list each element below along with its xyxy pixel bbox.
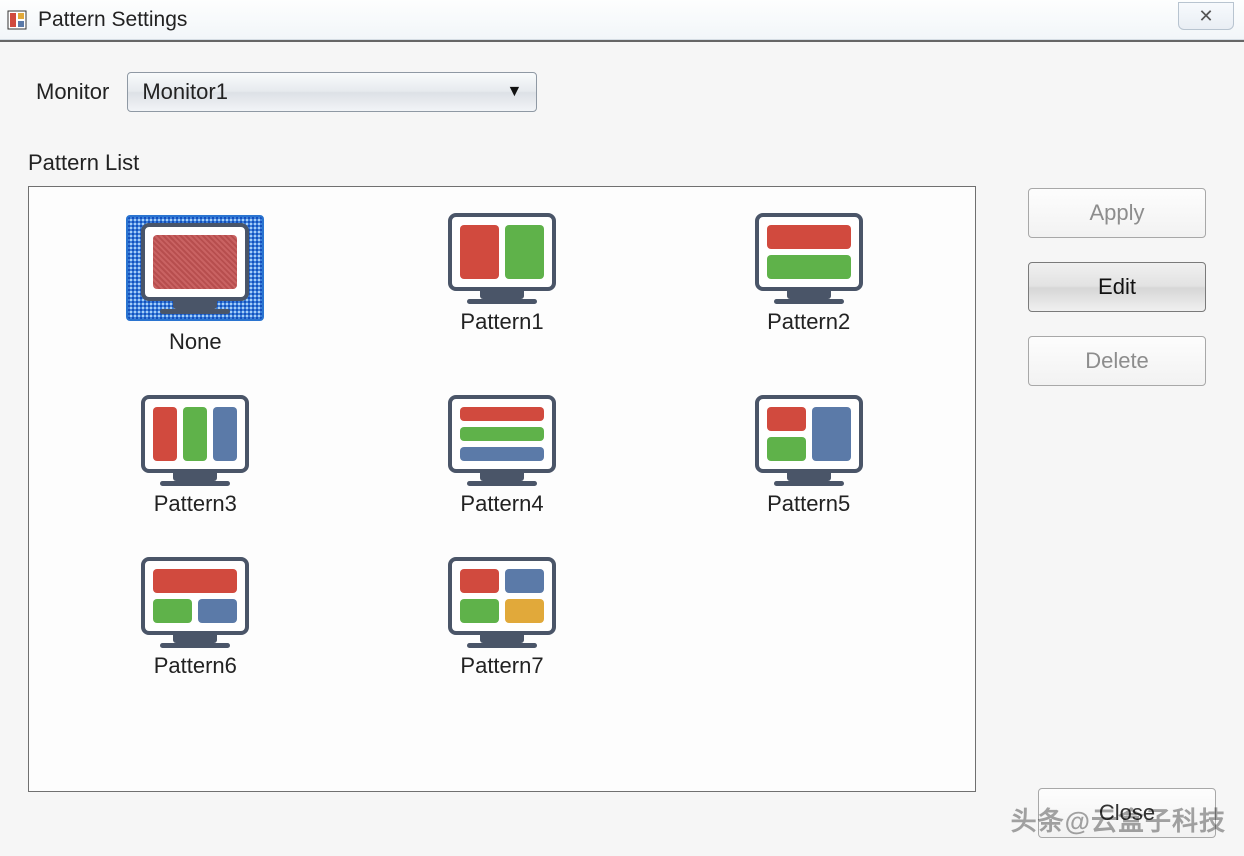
monitor-select-value: Monitor1 [142,79,228,105]
pattern-item-3[interactable]: Pattern3 [63,397,328,517]
pattern-thumb [126,215,264,321]
pattern-label: Pattern2 [767,309,850,335]
window-root: Pattern Settings ✕ Monitor Monitor1 ▼ Pa… [0,0,1244,856]
apply-button[interactable]: Apply [1028,188,1206,238]
monitor-select[interactable]: Monitor1 ▼ [127,72,537,112]
pattern-list: None Pattern1 [28,186,976,792]
pattern-label: Pattern7 [460,653,543,679]
main-row: None Pattern1 [28,186,1216,792]
pattern-label: Pattern3 [154,491,237,517]
chevron-down-icon: ▼ [507,83,523,101]
side-buttons: Apply Edit Delete [1028,186,1206,792]
pattern-thumb [753,215,865,301]
pattern-item-2[interactable]: Pattern2 [676,215,941,355]
pattern-thumb [446,397,558,483]
pattern-item-4[interactable]: Pattern4 [370,397,635,517]
delete-button[interactable]: Delete [1028,336,1206,386]
client-area: Monitor Monitor1 ▼ Pattern List [0,40,1244,856]
pattern-thumb [753,397,865,483]
pattern-thumb [446,215,558,301]
window-title: Pattern Settings [38,8,187,32]
titlebar: Pattern Settings ✕ [0,0,1244,40]
pattern-item-6[interactable]: Pattern6 [63,559,328,679]
pattern-item-5[interactable]: Pattern5 [676,397,941,517]
pattern-thumb [446,559,558,645]
pattern-thumb [139,559,251,645]
pattern-list-label: Pattern List [28,150,1216,176]
pattern-label: Pattern6 [154,653,237,679]
app-icon [6,9,28,31]
pattern-grid: None Pattern1 [63,215,941,679]
monitor-row: Monitor Monitor1 ▼ [36,72,1216,112]
pattern-item-1[interactable]: Pattern1 [370,215,635,355]
close-button-wrap: Close [1038,788,1216,838]
close-icon: ✕ [1198,6,1213,27]
pattern-thumb [139,397,251,483]
pattern-label: Pattern5 [767,491,850,517]
close-button[interactable]: Close [1038,788,1216,838]
pattern-label: Pattern1 [460,309,543,335]
monitor-label: Monitor [36,79,109,105]
pattern-item-none[interactable]: None [63,215,328,355]
pattern-label: Pattern4 [460,491,543,517]
edit-button[interactable]: Edit [1028,262,1206,312]
pattern-item-7[interactable]: Pattern7 [370,559,635,679]
window-close-button[interactable]: ✕ [1178,2,1234,30]
pattern-label: None [169,329,222,355]
